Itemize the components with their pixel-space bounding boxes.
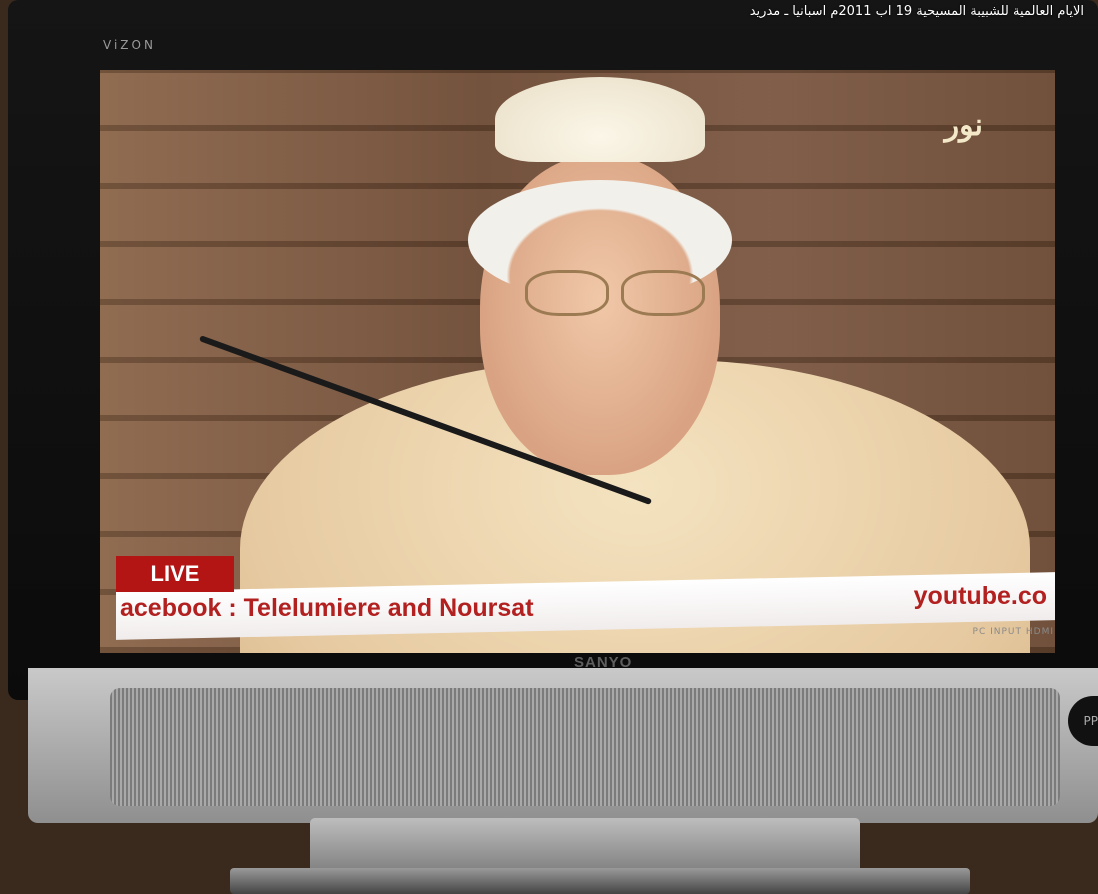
tv-base (230, 868, 970, 894)
ticker-text-right: youtube.co (913, 582, 1047, 610)
speaker-cap (495, 77, 705, 162)
channel-logo: نور (944, 108, 983, 143)
speaker-glasses (525, 270, 705, 316)
photo-caption: الايام العالمية للشبيبة المسيحية 19 اب 2… (749, 4, 1084, 19)
speaker-bar (28, 668, 1098, 823)
photo-scene: ViZON نور LIVE acebook : Telelumiere and… (0, 0, 1098, 894)
speaker-grille (110, 688, 1060, 806)
live-badge: LIVE (116, 556, 234, 592)
tv-bezel: ViZON نور LIVE acebook : Telelumiere and… (8, 0, 1098, 700)
ports-label: PC INPUT HDMI (972, 627, 1054, 637)
bezel-brand: ViZON (103, 38, 156, 52)
tv-screen: نور LIVE acebook : Telelumiere and Nours… (100, 70, 1055, 653)
ticker-text-left: acebook : Telelumiere and Noursat (120, 594, 534, 622)
